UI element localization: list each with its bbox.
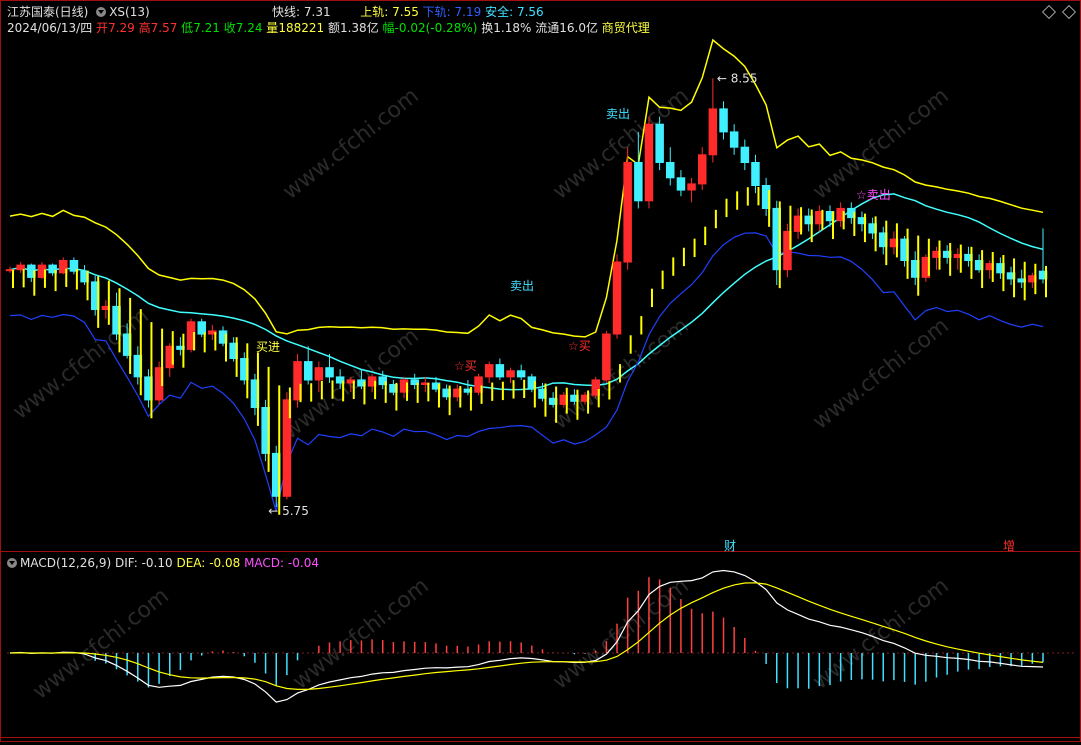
candle-body	[666, 162, 675, 179]
watermark-text: www.cfchi.com	[548, 83, 693, 204]
candle-body	[708, 108, 718, 156]
buy-in-signal: 买进	[256, 340, 280, 354]
candle-body	[676, 177, 686, 191]
candle-body	[506, 370, 515, 378]
dea-value: -0.08	[209, 556, 241, 570]
dropdown-icon[interactable]	[96, 7, 107, 17]
lower-label: 下轨:	[422, 5, 451, 19]
candle-body	[304, 361, 313, 381]
low-label: 低	[181, 21, 194, 35]
candle-body	[495, 364, 505, 378]
candle-body	[644, 123, 654, 202]
candle-body	[16, 264, 25, 271]
open-label: 开	[96, 21, 109, 35]
candle-body	[325, 367, 334, 378]
macd-name[interactable]: MACD(12,26,9)	[20, 556, 111, 570]
safe-label: 安全:	[485, 5, 514, 19]
macd-header: MACD(12,26,9) DIF: -0.10 DEA: -0.08 MACD…	[7, 556, 319, 570]
macd-value: -0.04	[287, 556, 319, 570]
lower-value: 7.19	[454, 5, 482, 19]
upper-value: 7.55	[392, 5, 419, 19]
fast-value: 7.31	[303, 5, 331, 19]
upper-label: 上轨:	[360, 5, 389, 19]
float-value: 16.0亿	[559, 21, 598, 35]
stock-name[interactable]: 江苏国泰(日线)	[7, 5, 88, 19]
candle-body	[698, 154, 707, 185]
chart-frame: www.cfchi.com www.cfchi.com www.cfchi.com w…	[0, 0, 1081, 742]
candle-body	[623, 162, 632, 263]
amount-value: 1.38亿	[339, 21, 379, 35]
macd-label: MACD:	[244, 556, 285, 570]
float-label: 流通	[535, 21, 560, 35]
volume-value: 188221	[278, 21, 325, 35]
dif-label: DIF:	[114, 556, 138, 570]
buy-signal-1: ☆买	[454, 359, 477, 373]
candle-body	[314, 367, 324, 381]
volume-label: 量	[266, 21, 279, 35]
close-label: 收	[223, 21, 236, 35]
indicator-values: 快线: 7.31 上轨: 7.55 下轨: 7.19 安全: 7.56	[272, 5, 544, 19]
sell-signal-1: 卖出	[606, 107, 630, 121]
quote-date: 2024/06/13/四	[7, 21, 93, 35]
fast-label: 快线:	[272, 5, 301, 19]
watermark-text: www.cfchi.com	[808, 313, 953, 434]
dropdown-icon[interactable]	[7, 558, 17, 568]
dea-label: DEA:	[176, 556, 206, 570]
increase-marker: 增	[1003, 539, 1015, 553]
change-value: -0.02(-0.28%)	[394, 21, 478, 35]
change-label: 幅	[382, 21, 395, 35]
candle-body	[516, 370, 526, 378]
high-price-label: ← 8.55	[717, 71, 758, 85]
dif-value: -0.10	[141, 556, 173, 570]
candle-body	[655, 123, 664, 163]
sell-signal-3: ☆卖出	[856, 188, 891, 202]
buy-signal-2: ☆买	[568, 339, 591, 353]
close-value: 7.24	[235, 21, 263, 35]
turnover-label: 换	[481, 21, 494, 35]
sector-name[interactable]: 商贸代理	[602, 21, 650, 35]
stock-chart-svg: www.cfchi.com www.cfchi.com www.cfchi.com w…	[0, 0, 1081, 742]
quote-line: 2024/06/13/四 开7.29 高7.57 低7.21 收7.24 量18…	[7, 21, 650, 35]
low-value: 7.21	[193, 21, 220, 35]
candle-body	[197, 321, 206, 335]
candle-body	[751, 162, 760, 186]
high-label: 高	[138, 21, 151, 35]
main-header: 江苏国泰(日线) XS(13)	[7, 5, 150, 19]
finance-marker: 财	[724, 539, 736, 553]
indicator-name[interactable]: XS(13)	[109, 5, 149, 19]
amount-label: 额	[327, 21, 340, 35]
open-value: 7.29	[108, 21, 135, 35]
safe-value: 7.56	[516, 5, 544, 19]
sell-signal-2: 卖出	[510, 279, 534, 293]
candle-body	[485, 364, 494, 378]
candle-body	[719, 108, 728, 133]
low-price-label: ← 5.75	[268, 504, 309, 518]
turnover-value: 1.18%	[493, 21, 532, 35]
high-value: 7.57	[150, 21, 178, 35]
candle-body	[729, 131, 739, 148]
candle-body	[602, 333, 611, 381]
candle-body	[612, 261, 622, 335]
watermark-text: www.cfchi.com	[8, 303, 153, 424]
candle-body	[740, 146, 750, 163]
candle-body	[634, 162, 643, 202]
candle-body	[687, 183, 696, 191]
watermark-text: www.cfchi.com	[278, 83, 423, 204]
